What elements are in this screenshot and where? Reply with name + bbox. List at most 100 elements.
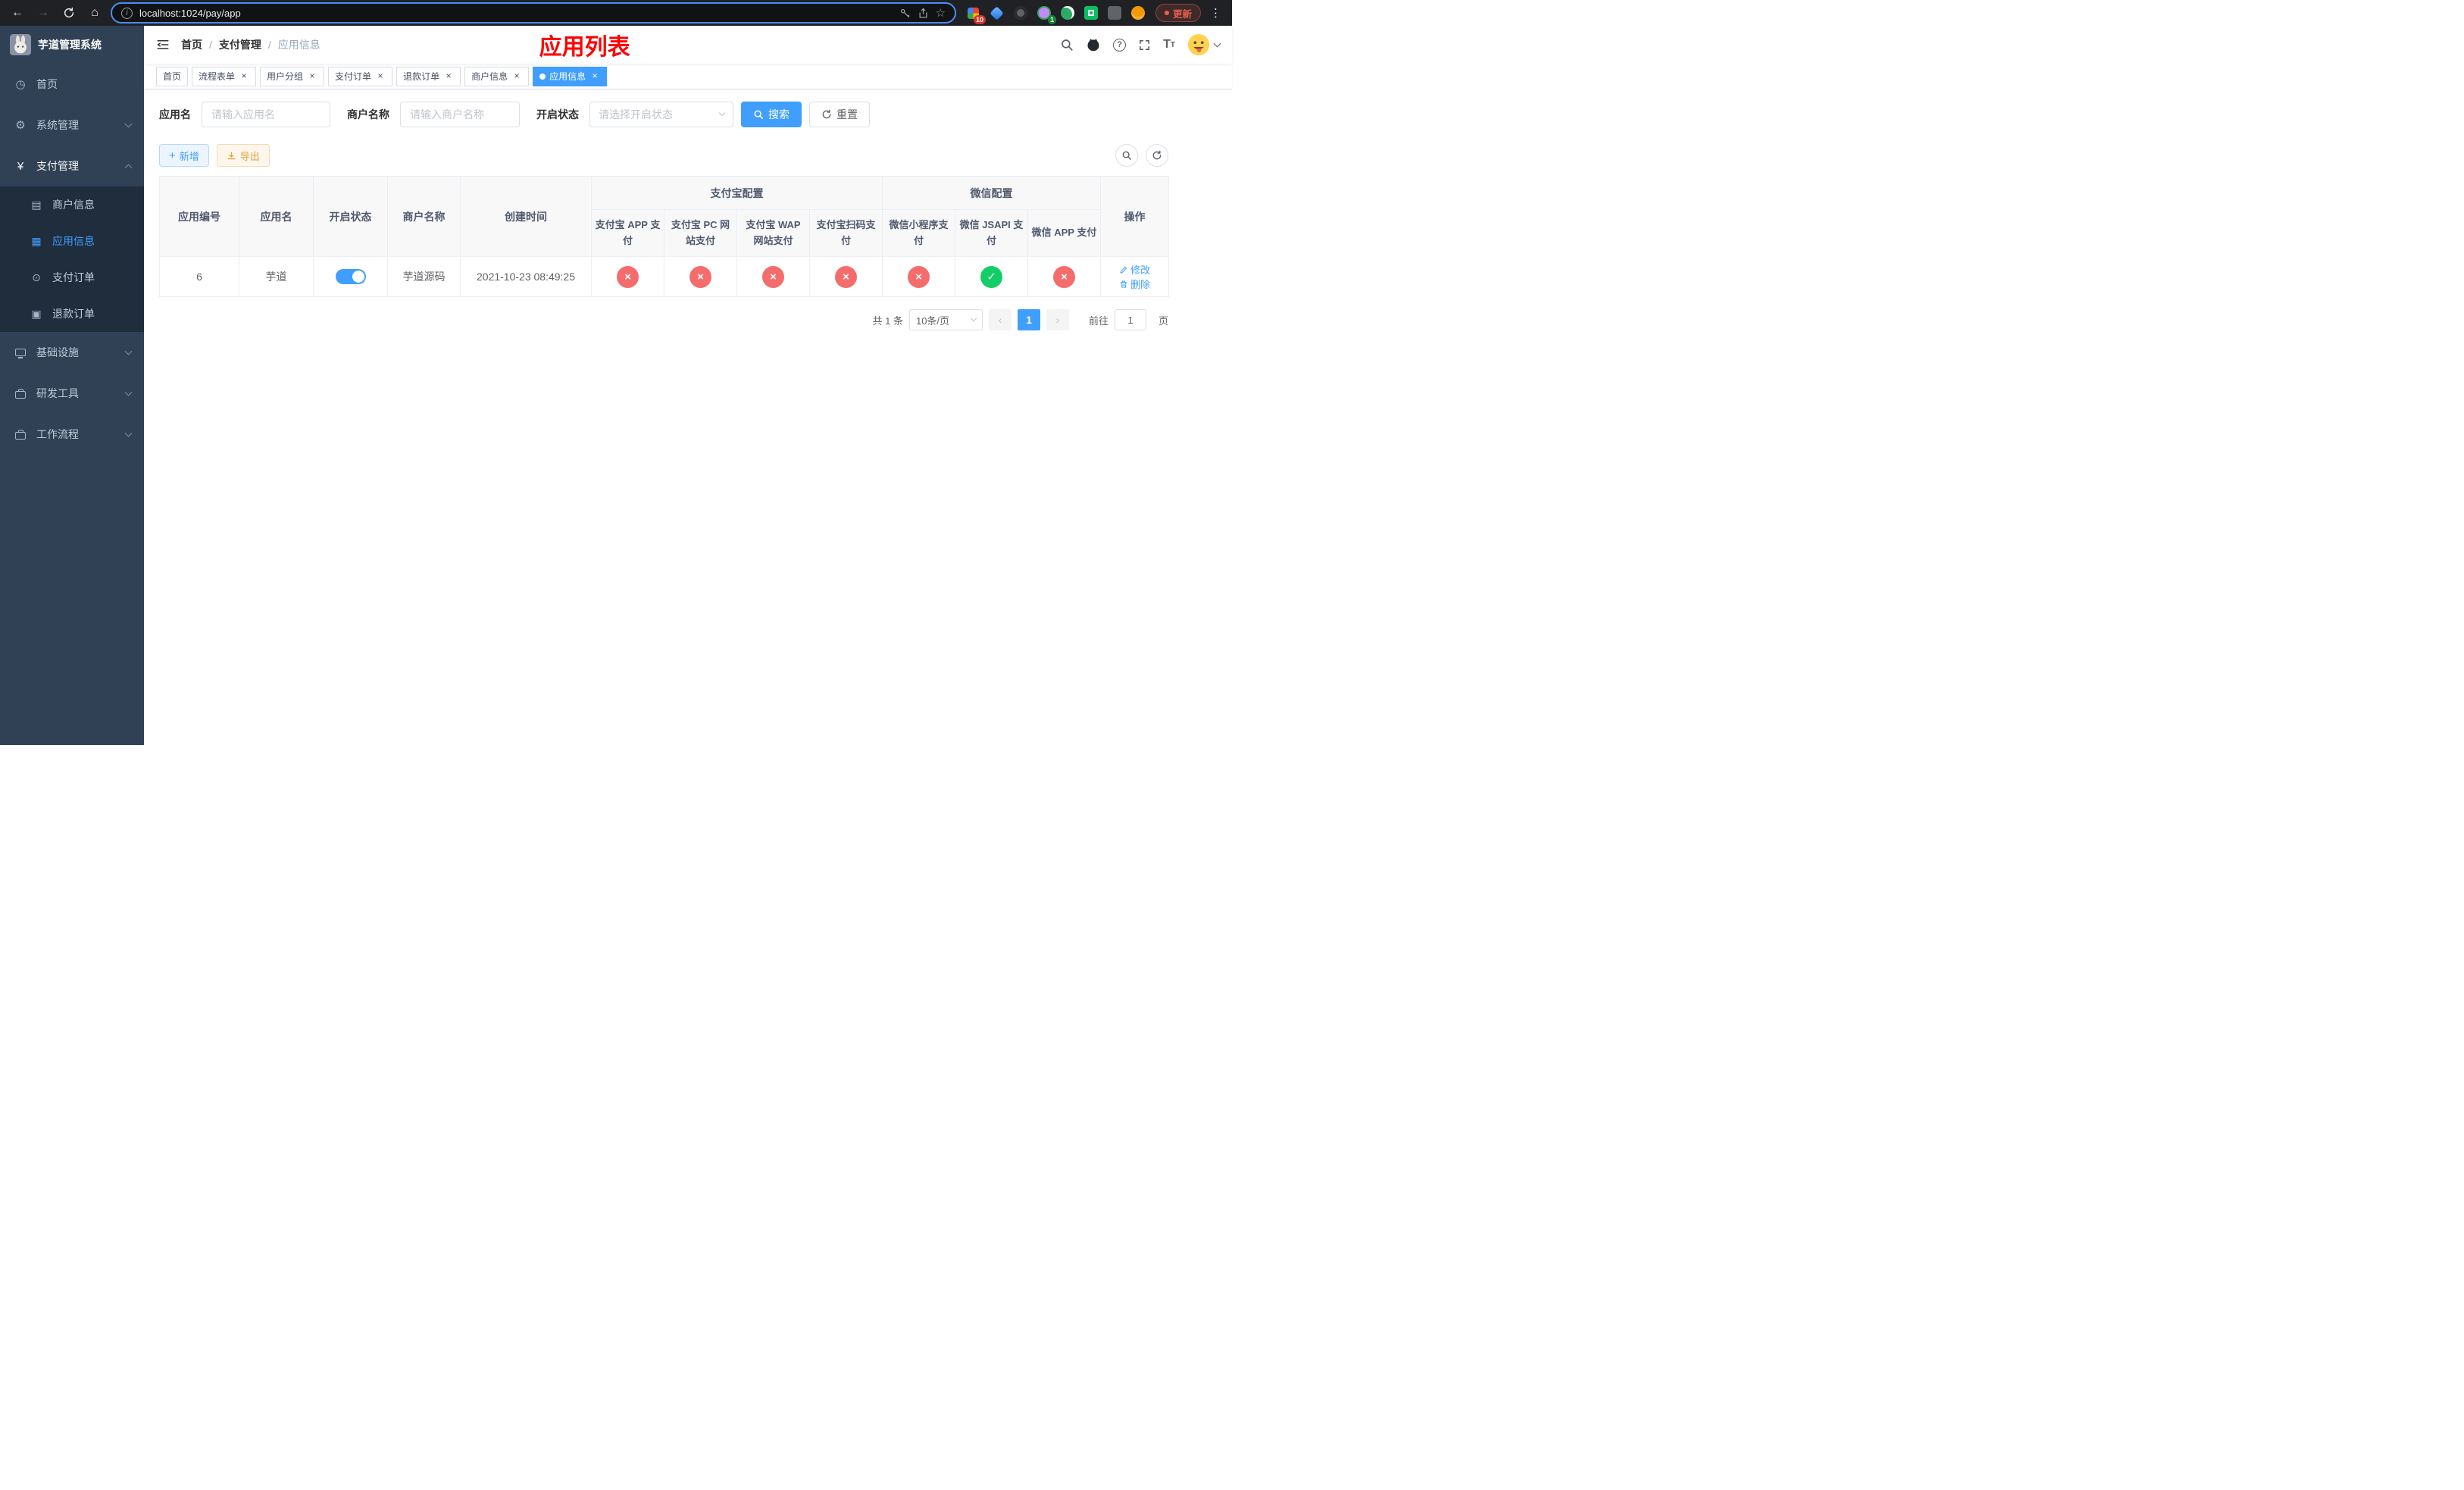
tab-app-info[interactable]: 应用信息 × <box>533 66 608 86</box>
status-cross-icon: × <box>835 265 857 288</box>
back-icon[interactable]: ← <box>8 3 27 23</box>
sidebar-item-payment[interactable]: ¥ 支付管理 <box>0 146 144 186</box>
cell-status <box>313 256 388 297</box>
yen-icon: ¥ <box>17 159 24 173</box>
edit-link[interactable]: 修改 <box>1119 262 1150 277</box>
page-title: 应用列表 <box>539 35 630 60</box>
reset-button[interactable]: 重置 <box>809 102 870 127</box>
breadcrumb-payment[interactable]: 支付管理 <box>219 37 261 52</box>
password-key-icon[interactable] <box>899 8 911 19</box>
url-bar[interactable]: i localhost:1024/pay/app ☆ <box>111 2 956 23</box>
status-cross-icon: × <box>617 265 639 288</box>
help-icon[interactable]: ? <box>1113 38 1127 52</box>
page-size-select[interactable]: 10条/页 <box>908 309 983 330</box>
close-icon[interactable]: × <box>443 70 454 82</box>
sidebar-item-payment-orders[interactable]: ⊙ 支付订单 <box>0 259 144 296</box>
chevron-down-icon <box>124 347 133 355</box>
table-row: 6 芋道 芋道源码 2021-10-23 08:49:25 × × × × × <box>159 256 1170 297</box>
search-icon <box>1122 151 1131 160</box>
chevron-down-icon <box>1213 39 1221 47</box>
tab-refund-orders[interactable]: 退款订单 × <box>396 66 461 86</box>
github-icon[interactable] <box>1086 37 1101 52</box>
breadcrumb-app-info: 应用信息 <box>277 39 321 51</box>
delete-link[interactable]: 删除 <box>1119 277 1150 291</box>
user-menu[interactable] <box>1187 33 1221 56</box>
close-icon[interactable]: × <box>375 70 386 82</box>
tags-view-bar: 首页 流程表单 × 用户分组 × 支付订单 × 退款订单 × 商户信息 × 应用信息 × <box>144 64 1232 89</box>
extension-gem-icon[interactable] <box>989 5 1005 21</box>
app-title: 芋道管理系统 <box>38 39 102 51</box>
chevron-down-icon <box>970 315 977 322</box>
chevron-up-icon <box>124 164 133 171</box>
page-number-button[interactable]: 1 <box>1017 309 1040 330</box>
search-button[interactable]: 搜索 <box>741 102 802 127</box>
font-size-icon[interactable]: TT <box>1163 39 1175 51</box>
merchant-name-input[interactable] <box>400 102 520 127</box>
merchant-name-label: 商户名称 <box>347 108 389 121</box>
status-cross-icon: × <box>908 265 930 288</box>
close-icon[interactable]: × <box>239 70 249 82</box>
tab-merchant-info[interactable]: 商户信息 × <box>464 66 530 86</box>
goto-page-input[interactable] <box>1114 309 1146 330</box>
refresh-icon <box>822 109 831 119</box>
cell-app-id: 6 <box>159 256 239 297</box>
sidebar-item-dev-tools[interactable]: 研发工具 <box>0 373 144 414</box>
dashboard-icon: ◷ <box>15 78 26 91</box>
update-dot-icon <box>1164 11 1169 15</box>
site-info-icon[interactable]: i <box>121 7 133 19</box>
extension-chat-icon[interactable] <box>1083 5 1099 21</box>
app-name-input[interactable] <box>202 102 330 127</box>
close-icon[interactable]: × <box>511 70 522 82</box>
extension-palette-icon[interactable]: 10 <box>965 5 986 24</box>
sidebar-item-refund-orders[interactable]: ▣ 退款订单 <box>0 296 144 332</box>
enable-toggle[interactable] <box>335 269 366 284</box>
sidebar-item-workflow[interactable]: 工作流程 <box>0 414 144 455</box>
next-page-button[interactable]: › <box>1046 309 1069 330</box>
prev-page-button[interactable]: ‹ <box>988 309 1012 330</box>
trash-icon <box>1121 280 1127 287</box>
app-table: 应用编号 应用名 开启状态 商户名称 创建时间 支付宝配置 微信配置 操作 支付… <box>159 176 1170 297</box>
reload-icon[interactable] <box>59 3 79 23</box>
tab-home[interactable]: 首页 <box>156 66 189 86</box>
browser-toolbar: ← → ⌂ i localhost:1024/pay/app ☆ 10 1 更新… <box>0 0 1232 26</box>
fullscreen-icon[interactable] <box>1138 39 1151 52</box>
sidebar-item-system[interactable]: ⚙ 系统管理 <box>0 105 144 146</box>
tab-user-group[interactable]: 用户分组 × <box>260 66 325 86</box>
sidebar-item-merchant-info[interactable]: ▤ 商户信息 <box>0 186 144 223</box>
column-header: 微信小程序支付 <box>882 209 955 257</box>
share-icon[interactable] <box>918 8 929 19</box>
column-header: 开启状态 <box>313 176 388 257</box>
chevron-down-icon <box>124 429 133 437</box>
extension-profile-icon[interactable]: 1 <box>1036 5 1056 24</box>
collapse-menu-icon[interactable] <box>156 38 170 52</box>
close-icon[interactable]: × <box>307 70 317 82</box>
close-icon[interactable]: × <box>589 70 600 82</box>
sidebar-item-infrastructure[interactable]: 基础设施 <box>0 332 144 373</box>
export-button[interactable]: 导出 <box>216 144 270 167</box>
status-cross-icon: × <box>762 265 784 288</box>
status-select[interactable]: 请选择开启状态 <box>589 102 733 127</box>
add-button[interactable]: + 新增 <box>159 144 209 167</box>
column-header: 微信 APP 支付 <box>1027 209 1102 257</box>
toggle-search-button[interactable] <box>1115 144 1138 167</box>
sidebar-item-app-info[interactable]: ▦ 应用信息 <box>0 223 144 259</box>
toolbox-icon <box>13 388 28 399</box>
search-icon[interactable] <box>1060 38 1074 52</box>
chevron-down-icon <box>124 388 133 396</box>
bookmark-star-icon[interactable]: ☆ <box>936 6 946 20</box>
extension-dark-icon[interactable] <box>1012 5 1029 21</box>
home-icon[interactable]: ⌂ <box>85 3 105 23</box>
extension-puzzle-icon[interactable] <box>1106 5 1123 21</box>
breadcrumb-home[interactable]: 首页 <box>181 37 202 52</box>
refresh-table-button[interactable] <box>1146 144 1168 167</box>
tab-process-form[interactable]: 流程表单 × <box>192 66 257 86</box>
extension-person-icon[interactable] <box>1130 5 1146 21</box>
tab-payment-orders[interactable]: 支付订单 × <box>328 66 393 86</box>
browser-menu-icon[interactable]: ⋮ <box>1207 6 1224 20</box>
extension-wechat-icon[interactable] <box>1059 5 1076 21</box>
column-header: 支付宝扫码支付 <box>809 209 883 257</box>
forward-icon[interactable]: → <box>33 3 53 23</box>
sidebar-item-home[interactable]: ◷ 首页 <box>0 64 144 105</box>
update-button[interactable]: 更新 <box>1155 4 1201 22</box>
update-label: 更新 <box>1172 8 1192 20</box>
